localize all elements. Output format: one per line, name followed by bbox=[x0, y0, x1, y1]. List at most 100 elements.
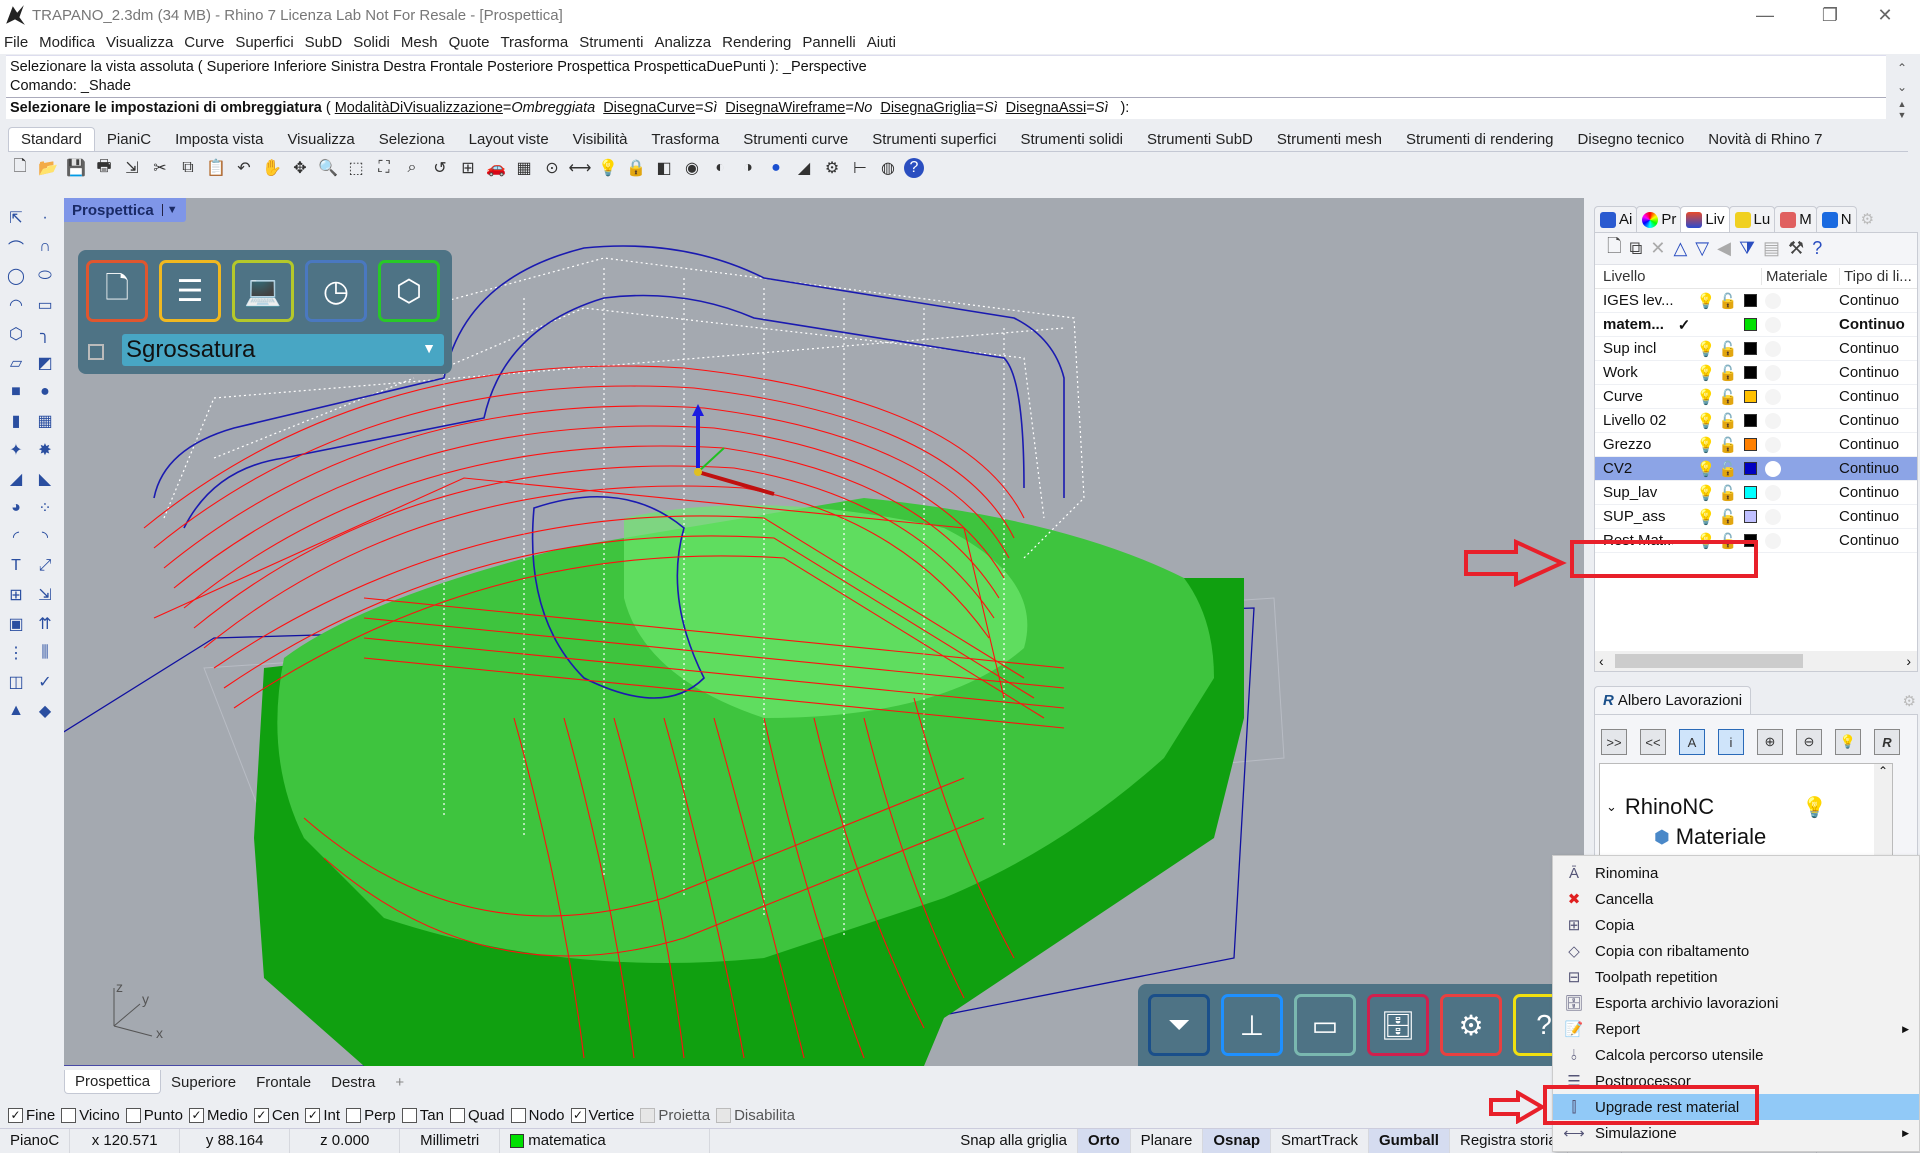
col-material[interactable]: Materiale bbox=[1761, 268, 1839, 285]
tools-hammer-icon[interactable]: ⚒ bbox=[1788, 238, 1804, 259]
open-folder-icon[interactable]: 📂 bbox=[36, 156, 60, 180]
dimension-icon[interactable]: ⊢ bbox=[848, 156, 872, 180]
layer-color[interactable] bbox=[1739, 318, 1761, 331]
rendered-sphere-icon[interactable]: ◑ bbox=[736, 156, 760, 180]
menu-quote[interactable]: Quote bbox=[449, 34, 490, 51]
layer-material[interactable] bbox=[1761, 508, 1839, 525]
menu-trasforma[interactable]: Trasforma bbox=[500, 34, 568, 51]
box-icon[interactable]: ■ bbox=[2, 378, 30, 406]
menu-item-report[interactable]: 📝 Report ▶ bbox=[1553, 1016, 1919, 1042]
pan-hand-icon[interactable]: ✋ bbox=[260, 156, 284, 180]
lock-open-icon[interactable]: 🔓 bbox=[1717, 460, 1739, 478]
tab-strumenti-curve[interactable]: Strumenti curve bbox=[731, 128, 860, 151]
osnap-checkbox[interactable]: ✓ bbox=[8, 1107, 23, 1123]
visibility-bulb-icon[interactable]: 💡 bbox=[1695, 364, 1717, 382]
copy-layer-icon[interactable]: ▤ bbox=[1763, 238, 1780, 259]
info-button[interactable]: i bbox=[1718, 729, 1744, 755]
tab-imposta-vista[interactable]: Imposta vista bbox=[163, 128, 275, 151]
help-icon[interactable]: ? bbox=[1812, 238, 1822, 259]
new-sublayer-icon[interactable]: ⧉ bbox=[1629, 238, 1642, 259]
viewport-perspective[interactable]: Prospettica ▼ 🗋 ☰ 💻 ◷ ⬡ Sgrossatura ▼ z … bbox=[64, 198, 1584, 1066]
rhinonc-icon[interactable]: ◍ bbox=[876, 156, 900, 180]
layer-material[interactable] bbox=[1761, 460, 1839, 477]
visibility-bulb-icon[interactable]: 💡 bbox=[1695, 292, 1717, 310]
menu-file[interactable]: File bbox=[4, 34, 28, 51]
paste-icon[interactable]: 📋 bbox=[204, 156, 228, 180]
gears-settings-button[interactable]: ⚙ bbox=[1440, 994, 1502, 1056]
import-computer-button[interactable]: 💻 bbox=[232, 260, 294, 322]
expand-chevron-icon[interactable]: ⌄ bbox=[1606, 799, 1617, 815]
operation-select[interactable]: Sgrossatura ▼ bbox=[122, 334, 444, 366]
four-viewports-icon[interactable]: ⊞ bbox=[456, 156, 480, 180]
osnap-checkbox[interactable] bbox=[449, 1107, 465, 1123]
command-option[interactable]: DisegnaCurve=Sì bbox=[603, 100, 717, 116]
toggle-gumball[interactable]: Gumball bbox=[1368, 1128, 1450, 1153]
primitives-icon[interactable]: ▲ bbox=[2, 697, 30, 725]
menu-analizza[interactable]: Analizza bbox=[654, 34, 711, 51]
cut-icon[interactable]: ✂ bbox=[148, 156, 172, 180]
layer-linetype[interactable]: Continuo bbox=[1839, 460, 1913, 477]
menu-strumenti[interactable]: Strumenti bbox=[579, 34, 643, 51]
move-down-icon[interactable]: ▽ bbox=[1695, 238, 1709, 259]
zoom-selected-icon[interactable]: ⌕ bbox=[400, 156, 424, 180]
layer-material[interactable] bbox=[1761, 436, 1839, 453]
layer-linetype[interactable]: Continuo bbox=[1839, 484, 1913, 501]
scroll-left-icon[interactable]: ‹ bbox=[1595, 653, 1604, 669]
new-file-icon[interactable]: 🗋 bbox=[8, 156, 32, 180]
layer-name[interactable]: Work bbox=[1595, 364, 1673, 381]
shade-sphere-icon[interactable]: ◐ bbox=[708, 156, 732, 180]
layer-color[interactable] bbox=[1739, 342, 1761, 355]
layer-color[interactable] bbox=[1739, 462, 1761, 475]
lock-open-icon[interactable]: 🔓 bbox=[1717, 364, 1739, 382]
osnap-checkbox[interactable]: ✓ bbox=[570, 1107, 586, 1123]
lock-icon[interactable]: 🔒 bbox=[624, 156, 648, 180]
lock-open-icon[interactable]: 🔓 bbox=[1717, 484, 1739, 502]
tab-visibilit-[interactable]: Visibilità bbox=[561, 128, 640, 151]
text-mode-button[interactable]: A bbox=[1679, 729, 1705, 755]
menu-solidi[interactable]: Solidi bbox=[353, 34, 390, 51]
scroll-up-icon[interactable]: ⌃ bbox=[1897, 61, 1907, 75]
layer-name[interactable]: Livello 02 bbox=[1595, 412, 1673, 429]
osnap-checkbox[interactable] bbox=[125, 1107, 141, 1123]
osnap-checkbox[interactable] bbox=[640, 1107, 656, 1123]
layer-row[interactable]: Sup_lav 💡 🔓 Continuo bbox=[1595, 481, 1917, 505]
osnap-vertice[interactable]: ✓ Vertice bbox=[570, 1107, 634, 1124]
visibility-bulb-icon[interactable]: 💡 bbox=[1695, 340, 1717, 358]
move-icon[interactable]: ⤢ bbox=[31, 552, 59, 580]
tab-trasforma[interactable]: Trasforma bbox=[639, 128, 731, 151]
layer-row[interactable]: CV2 💡 🔓 Continuo bbox=[1595, 457, 1917, 481]
circle-icon[interactable]: ◯ bbox=[2, 262, 30, 290]
surface-from-points-icon[interactable]: ▱ bbox=[2, 349, 30, 377]
mirror-icon[interactable]: ⫼ bbox=[31, 639, 59, 667]
light-icon[interactable]: ◢ bbox=[792, 156, 816, 180]
osnap-checkbox[interactable] bbox=[510, 1107, 526, 1123]
layer-material[interactable] bbox=[1761, 316, 1839, 333]
view-tab-destra[interactable]: Destra bbox=[321, 1071, 385, 1094]
visibility-bulb-icon[interactable]: 💡 bbox=[1695, 388, 1717, 406]
print-icon[interactable]: 🖶 bbox=[92, 156, 116, 180]
layer-row[interactable]: Sup incl 💡 🔓 Continuo bbox=[1595, 337, 1917, 361]
rhinonc-button[interactable]: R bbox=[1874, 729, 1900, 755]
boolean-union-icon[interactable]: ✦ bbox=[2, 436, 30, 464]
sphere-icon[interactable]: ● bbox=[31, 378, 59, 406]
expand-all-button[interactable]: >> bbox=[1601, 729, 1627, 755]
view-tab-superiore[interactable]: Superiore bbox=[161, 1071, 246, 1094]
layer-name[interactable]: matem... bbox=[1595, 316, 1673, 333]
units-label[interactable]: Millimetri bbox=[400, 1128, 501, 1153]
layer-linetype[interactable]: Continuo bbox=[1839, 316, 1913, 333]
lock-open-icon[interactable]: 🔓 bbox=[1717, 292, 1739, 310]
command-history-scrollbar[interactable]: ⌃ ⌄ bbox=[1888, 58, 1916, 96]
view-tab-frontale[interactable]: Frontale bbox=[246, 1071, 321, 1094]
lock-open-icon[interactable]: 🔓 bbox=[1717, 388, 1739, 406]
move-up-icon[interactable]: △ bbox=[1673, 238, 1687, 259]
layer-material[interactable] bbox=[1761, 532, 1839, 549]
visibility-bulb-icon[interactable]: 💡 bbox=[1695, 436, 1717, 454]
tab-pianic[interactable]: PianiC bbox=[95, 128, 163, 151]
layer-linetype[interactable]: Continuo bbox=[1839, 412, 1913, 429]
rotate-view-icon[interactable]: ✥ bbox=[288, 156, 312, 180]
array-path-icon[interactable]: ⇲ bbox=[31, 581, 59, 609]
col-linetype[interactable]: Tipo di li... bbox=[1839, 268, 1913, 285]
panel-tab-n[interactable]: N bbox=[1815, 206, 1857, 232]
zoom-dynamic-icon[interactable]: 🔍 bbox=[316, 156, 340, 180]
layer-color[interactable] bbox=[1739, 510, 1761, 523]
